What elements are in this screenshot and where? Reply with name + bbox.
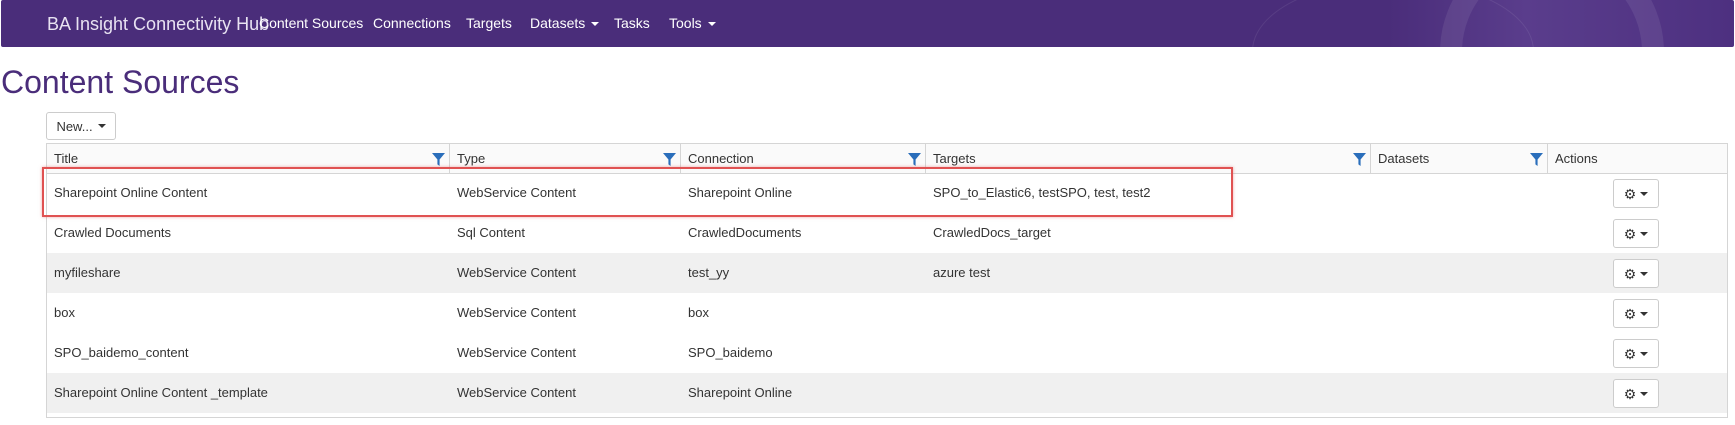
cell-connection: test_yy bbox=[688, 265, 730, 280]
gear-icon: ⚙ bbox=[1623, 185, 1637, 202]
column-header-label: Type bbox=[457, 151, 486, 166]
cell-connection: CrawledDocuments bbox=[688, 225, 802, 240]
table-row[interactable]: Crawled Documents Sql Content CrawledDoc… bbox=[47, 213, 1727, 253]
grid-header: Title Type Connection Targets Datasets A… bbox=[47, 144, 1727, 174]
cell-title[interactable]: box bbox=[47, 293, 450, 333]
cell-type: WebService Content bbox=[457, 385, 576, 400]
table-row[interactable]: box WebService Content box ⚙ bbox=[47, 293, 1727, 333]
row-actions-button[interactable]: ⚙ bbox=[1613, 339, 1659, 368]
new-dropdown-button[interactable]: New... bbox=[46, 112, 116, 140]
cell-connection: Sharepoint Online bbox=[688, 385, 793, 400]
cell-targets: azure test bbox=[933, 265, 991, 280]
cell-type: WebService Content bbox=[457, 345, 576, 360]
column-header-label: Actions bbox=[1555, 151, 1598, 166]
filter-icon[interactable] bbox=[432, 153, 445, 166]
nav-tools-dropdown[interactable]: Tools bbox=[669, 15, 716, 31]
nav-connections[interactable]: Connections bbox=[373, 15, 451, 31]
column-header-label: Title bbox=[54, 151, 79, 166]
column-header-title[interactable]: Title bbox=[47, 144, 450, 173]
new-button-label: New... bbox=[56, 118, 93, 134]
table-row[interactable]: myfileshare WebService Content test_yy a… bbox=[47, 253, 1727, 293]
cell-datasets bbox=[1371, 333, 1548, 373]
cell-connection: Sharepoint Online bbox=[688, 185, 793, 200]
cell-datasets bbox=[1371, 173, 1548, 213]
gear-icon: ⚙ bbox=[1623, 345, 1637, 362]
table-row[interactable]: SPO_baidemo_content WebService Content S… bbox=[47, 333, 1727, 373]
cell-datasets bbox=[1371, 373, 1548, 413]
nav-tasks[interactable]: Tasks bbox=[614, 15, 650, 31]
caret-down-icon bbox=[707, 22, 716, 27]
row-actions-button[interactable]: ⚙ bbox=[1613, 379, 1659, 408]
nav-targets[interactable]: Targets bbox=[466, 15, 512, 31]
gear-icon: ⚙ bbox=[1623, 305, 1637, 322]
gear-icon: ⚙ bbox=[1623, 225, 1637, 242]
cell-targets: CrawledDocs_target bbox=[933, 225, 1051, 240]
caret-down-icon bbox=[1640, 311, 1649, 316]
brand-title[interactable]: BA Insight Connectivity Hub bbox=[47, 14, 269, 35]
cell-title[interactable]: Sharepoint Online Content _template bbox=[47, 373, 450, 413]
column-header-actions: Actions bbox=[1548, 144, 1727, 173]
cell-datasets bbox=[1371, 213, 1548, 253]
caret-down-icon bbox=[591, 22, 600, 27]
row-actions-button[interactable]: ⚙ bbox=[1613, 179, 1659, 208]
caret-down-icon bbox=[1640, 391, 1649, 396]
cell-type: WebService Content bbox=[457, 305, 576, 320]
cell-title[interactable]: myfileshare bbox=[47, 253, 450, 293]
caret-down-icon bbox=[1640, 191, 1649, 196]
column-header-datasets[interactable]: Datasets bbox=[1371, 144, 1548, 173]
nav-datasets-dropdown[interactable]: Datasets bbox=[530, 15, 600, 31]
cell-targets bbox=[926, 333, 1371, 373]
cell-targets bbox=[926, 293, 1371, 333]
cell-type: WebService Content bbox=[457, 185, 576, 200]
column-header-type[interactable]: Type bbox=[450, 144, 681, 173]
cell-connection: SPO_baidemo bbox=[688, 345, 773, 360]
caret-down-icon bbox=[1640, 231, 1649, 236]
content-sources-grid: Title Type Connection Targets Datasets A… bbox=[46, 143, 1728, 418]
column-header-label: Connection bbox=[688, 151, 754, 166]
cell-title[interactable]: Crawled Documents bbox=[47, 213, 450, 253]
cell-datasets bbox=[1371, 253, 1548, 293]
cell-datasets bbox=[1371, 293, 1548, 333]
top-navbar: BA Insight Connectivity Hub Content Sour… bbox=[1, 0, 1734, 47]
filter-icon[interactable] bbox=[663, 153, 676, 166]
table-row[interactable]: Sharepoint Online Content WebService Con… bbox=[47, 173, 1727, 213]
row-actions-button[interactable]: ⚙ bbox=[1613, 299, 1659, 328]
table-row[interactable]: Sharepoint Online Content _template WebS… bbox=[47, 373, 1727, 413]
cell-connection: box bbox=[688, 305, 709, 320]
cell-title[interactable]: Sharepoint Online Content bbox=[47, 173, 450, 213]
filter-icon[interactable] bbox=[908, 153, 921, 166]
cell-targets: SPO_to_Elastic6, testSPO, test, test2 bbox=[933, 185, 1151, 200]
filter-icon[interactable] bbox=[1530, 153, 1543, 166]
caret-down-icon bbox=[97, 124, 106, 128]
cell-title[interactable]: SPO_baidemo_content bbox=[47, 333, 450, 373]
cell-targets bbox=[926, 373, 1371, 413]
navbar-decoration-arc bbox=[1252, 0, 1534, 47]
gear-icon: ⚙ bbox=[1623, 385, 1637, 402]
nav-content-sources[interactable]: Content Sources bbox=[259, 15, 363, 31]
column-header-label: Targets bbox=[933, 151, 976, 166]
caret-down-icon bbox=[1640, 271, 1649, 276]
column-header-label: Datasets bbox=[1378, 151, 1430, 166]
cell-type: Sql Content bbox=[457, 225, 525, 240]
column-header-connection[interactable]: Connection bbox=[681, 144, 926, 173]
column-header-targets[interactable]: Targets bbox=[926, 144, 1371, 173]
cell-type: WebService Content bbox=[457, 265, 576, 280]
row-actions-button[interactable]: ⚙ bbox=[1613, 219, 1659, 248]
gear-icon: ⚙ bbox=[1623, 265, 1637, 282]
row-actions-button[interactable]: ⚙ bbox=[1613, 259, 1659, 288]
filter-icon[interactable] bbox=[1353, 153, 1366, 166]
page-title: Content Sources bbox=[1, 64, 240, 100]
caret-down-icon bbox=[1640, 351, 1649, 356]
